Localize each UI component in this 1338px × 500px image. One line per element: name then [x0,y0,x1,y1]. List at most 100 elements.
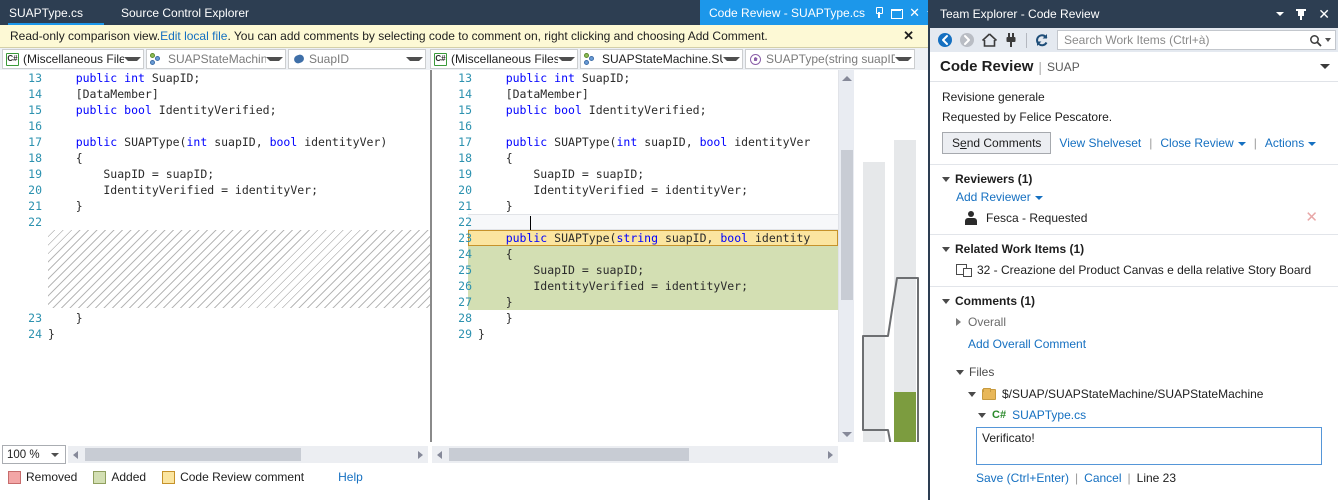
code-line[interactable]: 21 } [2,198,430,214]
code-line[interactable]: 23 public SUAPType(string suapID, bool i… [432,230,838,246]
chevron-down-icon[interactable] [1276,12,1285,16]
refresh-icon[interactable] [1031,29,1053,51]
code-line[interactable]: 19 SuapID = suapID; [432,166,838,182]
code-line[interactable]: 21 } [432,198,838,214]
add-reviewer-link[interactable]: Add Reviewer [956,190,1043,204]
chevron-down-icon[interactable] [51,452,59,457]
horizontal-scroll-thumb[interactable] [449,448,689,461]
save-comment-link[interactable]: Save (Ctrl+Enter) [976,471,1069,485]
chevron-down-icon[interactable] [1320,64,1330,69]
related-work-items-header[interactable]: Related Work Items (1) [942,242,1328,256]
code-line[interactable]: 15 public bool IdentityVerified; [432,102,838,118]
code-line[interactable]: 28 } [432,310,838,326]
code-line[interactable]: 25 SuapID = suapID; [432,262,838,278]
chevron-down-icon[interactable] [1308,141,1317,146]
code-line[interactable]: 26 IdentityVerified = identityVer; [432,278,838,294]
edit-local-file-link[interactable]: Edit local file [160,29,227,43]
code-line[interactable]: 14 [DataMember] [2,86,430,102]
code-line[interactable]: 29} [432,326,838,342]
diff-pane-right[interactable]: 13 public int SuapID; 14 [DataMember] 15 p… [432,70,838,442]
chevron-down-icon[interactable] [1034,195,1043,200]
actions-link[interactable]: Actions [1265,136,1317,150]
scroll-left-arrow-icon[interactable] [68,446,83,463]
code-line[interactable]: 24 { [432,246,838,262]
nav-left-member-combo[interactable]: SuapID [288,49,426,69]
scroll-down-arrow-icon[interactable] [839,426,855,442]
expander-open-icon[interactable] [942,298,950,304]
code-line[interactable]: 18 { [432,150,838,166]
expander-open-icon[interactable] [942,246,950,252]
chevron-down-icon[interactable] [723,57,740,61]
files-header[interactable]: Files [956,365,1328,379]
code-line[interactable]: 27 } [432,294,838,310]
cancel-comment-link[interactable]: Cancel [1084,471,1121,485]
folder-row[interactable]: $/SUAP/SUAPStateMachine/SUAPStateMachine [968,387,1328,401]
left-pane-horizontal-scrollbar[interactable] [68,446,428,463]
code-line[interactable]: 17 public SUAPType(int suapID, bool iden… [432,134,838,150]
right-pane-horizontal-scrollbar[interactable] [432,446,838,463]
code-line[interactable]: 13 public int SuapID; [432,70,838,86]
pin-icon[interactable] [873,6,884,19]
chevron-down-icon[interactable] [266,57,283,61]
code-line[interactable] [2,262,430,278]
horizontal-scroll-thumb[interactable] [85,448,301,461]
scroll-up-arrow-icon[interactable] [839,70,855,86]
code-line[interactable]: 20 IdentityVerified = identityVer; [2,182,430,198]
forward-icon[interactable] [956,29,978,51]
code-line[interactable]: 16 [2,118,430,134]
comment-text-input[interactable]: Verificato! [976,427,1322,465]
chevron-down-icon[interactable] [124,57,141,61]
scroll-left-arrow-icon[interactable] [432,446,447,463]
chevron-down-icon[interactable] [406,57,423,61]
pin-icon[interactable] [1296,8,1307,20]
float-window-icon[interactable] [891,7,904,19]
home-icon[interactable] [978,29,1000,51]
file-name-link[interactable]: SUAPType.cs [1012,408,1086,422]
work-item-row[interactable]: 32 - Creazione del Product Canvas e dell… [956,263,1328,277]
chevron-down-icon[interactable] [1237,141,1246,146]
code-line[interactable]: 24} [2,326,430,342]
reviewers-header[interactable]: Reviewers (1) [942,172,1328,186]
code-line[interactable]: 20 IdentityVerified = identityVer; [432,182,838,198]
chevron-down-icon[interactable] [558,57,575,61]
code-line[interactable]: 17 public SUAPType(int suapID, bool iden… [2,134,430,150]
nav-right-file-combo[interactable]: C# (Miscellaneous Files) [430,49,578,69]
view-shelveset-link[interactable]: View Shelveset [1059,136,1141,150]
code-line[interactable]: 13 public int SuapID; [2,70,430,86]
send-comments-button[interactable]: Send Comments [942,132,1052,154]
zoom-level-combo[interactable]: 100 % [2,445,66,464]
code-line[interactable]: 15 public bool IdentityVerified; [2,102,430,118]
vertical-scroll-thumb[interactable] [841,150,853,300]
code-line[interactable]: 19 SuapID = suapID; [2,166,430,182]
file-row[interactable]: C# SUAPType.cs [978,408,1328,422]
legend-help-link[interactable]: Help [338,470,363,484]
code-line[interactable] [2,230,430,246]
tab-code-review-suaptype-cs[interactable]: Code Review - SUAPType.cs ✕ [700,0,935,25]
nav-left-class-combo[interactable]: SUAPStateMachine [146,49,286,69]
diff-pane-left[interactable]: 13 public int SuapID; 14 [DataMember] 15 p… [2,70,430,442]
remove-reviewer-icon[interactable]: ✕ [1305,210,1318,225]
nav-right-class-combo[interactable]: SUAPStateMachine.SUAI [580,49,743,69]
expander-open-icon[interactable] [978,412,986,418]
reviewer-item[interactable]: Fesca - Requested ✕ [964,210,1328,225]
code-line[interactable]: 22 [432,214,838,230]
code-line[interactable]: 16 [432,118,838,134]
code-line[interactable] [2,294,430,310]
tab-source-control-explorer[interactable]: Source Control Explorer [112,0,290,25]
search-work-items-input[interactable]: Search Work Items (Ctrl+à) [1057,30,1336,50]
tab-suaptype-cs[interactable]: SUAPType.cs [0,0,112,25]
back-icon[interactable] [934,29,956,51]
add-overall-comment-link[interactable]: Add Overall Comment [968,337,1086,351]
close-icon[interactable]: ✕ [1318,7,1330,21]
nav-right-member-combo[interactable]: SUAPType(string suapID [745,49,915,69]
expander-open-icon[interactable] [968,391,976,397]
code-line[interactable] [2,246,430,262]
expander-open-icon[interactable] [956,369,964,375]
overall-comments-row[interactable]: Overall [956,315,1328,329]
expander-open-icon[interactable] [942,176,950,182]
code-line[interactable] [2,278,430,294]
code-line[interactable]: 18 { [2,150,430,166]
expander-closed-icon[interactable] [956,318,961,326]
close-review-link[interactable]: Close Review [1160,136,1246,150]
scroll-right-arrow-icon[interactable] [413,446,428,463]
